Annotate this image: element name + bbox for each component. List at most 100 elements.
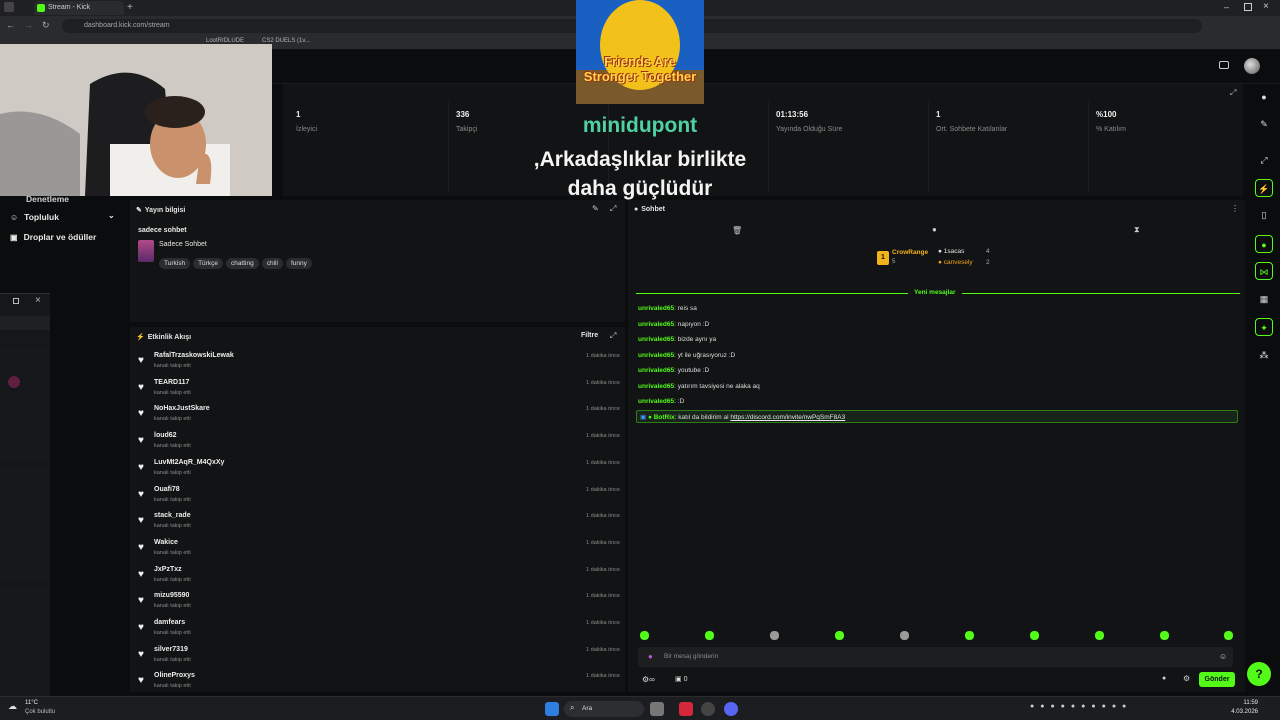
chatter-entry[interactable]: ● canvesely: [938, 259, 973, 266]
chat-input[interactable]: ● Bir mesaj gönderin ☺: [638, 647, 1233, 667]
user-avatar[interactable]: [1244, 58, 1260, 74]
emote-icon[interactable]: [900, 631, 909, 640]
sidebar-item-drops[interactable]: ▣ Droplar ve ödüller: [10, 232, 96, 242]
more-options-icon[interactable]: ⋮: [1231, 204, 1239, 213]
tag[interactable]: funny: [285, 258, 312, 269]
weather-temp[interactable]: 11°C: [25, 700, 38, 706]
monitor-icon[interactable]: [1219, 61, 1229, 69]
mic-icon[interactable]: ●: [648, 652, 653, 661]
event-username[interactable]: NoHaxJustSkare: [154, 405, 210, 412]
back-icon[interactable]: ←: [6, 20, 15, 30]
gear-icon[interactable]: ⚙: [1183, 674, 1190, 683]
event-username[interactable]: mizu95590: [154, 592, 189, 599]
event-username[interactable]: TEARD117: [154, 379, 189, 386]
app-icon[interactable]: [701, 702, 715, 716]
chat-username[interactable]: unrivaled65: [638, 367, 674, 374]
emote-icon[interactable]: [705, 631, 714, 640]
event-username[interactable]: stack_rade: [154, 512, 191, 519]
window-close-icon[interactable]: ×: [35, 295, 41, 306]
help-chat-button[interactable]: ?: [1247, 662, 1271, 686]
event-username[interactable]: damfears: [154, 619, 185, 626]
forward-icon[interactable]: →: [24, 20, 33, 30]
taskbar-search[interactable]: ⌕ Ara: [564, 701, 644, 717]
window-maximize-icon[interactable]: [13, 298, 19, 304]
settings-link-icon[interactable]: ⚙∞: [642, 675, 655, 684]
chat-icon[interactable]: ●: [1255, 235, 1273, 253]
vivaldi-icon[interactable]: [679, 702, 693, 716]
calendar-icon[interactable]: ▦: [1255, 290, 1273, 308]
emote-icon[interactable]: [835, 631, 844, 640]
event-username[interactable]: silver7319: [154, 646, 188, 653]
chat-username[interactable]: unrivaled65: [638, 321, 674, 328]
bolt-icon[interactable]: ⚡: [1255, 179, 1273, 197]
sidebar-item-moderation[interactable]: Denetleme: [26, 194, 69, 204]
emote-icon[interactable]: [770, 631, 779, 640]
event-username[interactable]: OlineProxys: [154, 672, 195, 679]
event-username[interactable]: LuvMt2AqR_M4QxXy: [154, 459, 224, 466]
expand-icon[interactable]: ⤢: [1230, 88, 1236, 98]
emoji-icon[interactable]: ☺: [1219, 652, 1227, 661]
chat-bubble-icon[interactable]: ●: [1162, 675, 1166, 682]
url-text: dashboard.kick.com/stream: [84, 22, 170, 29]
chat-mode-icon[interactable]: ●: [932, 225, 937, 234]
close-window-icon[interactable]: ×: [1263, 1, 1269, 12]
info-icon[interactable]: ●: [1255, 88, 1273, 106]
expand-icon[interactable]: ⤢: [1255, 151, 1273, 169]
popout-icon[interactable]: ⤢: [610, 331, 616, 341]
send-button[interactable]: Gönder: [1199, 672, 1235, 687]
points-display[interactable]: ▣ 0: [675, 675, 687, 683]
event-username[interactable]: JxPzTxz: [154, 566, 182, 573]
event-username[interactable]: loud62: [154, 432, 177, 439]
emote-icon[interactable]: [1095, 631, 1104, 640]
clock-time[interactable]: 11:59: [1232, 700, 1258, 706]
top-chatter-name[interactable]: CrowRange: [892, 249, 928, 256]
link-icon[interactable]: ⋈: [1255, 262, 1273, 280]
new-tab-icon[interactable]: +: [127, 2, 133, 14]
windows-start-icon[interactable]: [545, 702, 559, 716]
event-row: ♥ silver7319 kanalı takip etti 1 dakika önc…: [138, 645, 620, 672]
system-tray[interactable]: ●●●●●●●●●●: [1030, 703, 1200, 715]
event-action: kanalı takip etti: [154, 523, 191, 530]
chat-username[interactable]: unrivaled65: [638, 398, 674, 405]
file-icon[interactable]: ▯: [1255, 206, 1273, 224]
tag[interactable]: chatting: [225, 258, 259, 269]
browser-menu-icon[interactable]: [4, 2, 14, 12]
emote-icon[interactable]: [965, 631, 974, 640]
chat-username[interactable]: unrivaled65: [638, 352, 674, 359]
category-name[interactable]: Sadece Sohbet: [159, 241, 207, 248]
discord-icon[interactable]: [724, 702, 738, 716]
emote-icon[interactable]: [1160, 631, 1169, 640]
event-username[interactable]: Ouafi78: [154, 486, 180, 493]
sidebar-item-label: Topluluk: [24, 212, 59, 222]
trash-icon[interactable]: 🗑: [732, 226, 742, 235]
browser-tab-active[interactable]: Stream - Kick Dashboard: [34, 1, 124, 25]
discord-link[interactable]: https://discord.com/invite/nwPqSmF8A3: [730, 414, 845, 421]
chatter-entry[interactable]: ● 1sacas: [938, 248, 964, 255]
maximize-icon[interactable]: [1244, 3, 1252, 11]
bot-username[interactable]: BotRix: [654, 414, 675, 421]
tag[interactable]: chill: [261, 258, 283, 269]
chat-username[interactable]: unrivaled65: [638, 336, 674, 343]
minimize-icon[interactable]: –: [1224, 2, 1229, 12]
nodes-icon[interactable]: ⁂: [1255, 346, 1273, 364]
tag[interactable]: Turkish: [159, 258, 191, 269]
chat-username[interactable]: unrivaled65: [638, 383, 674, 390]
edit-icon[interactable]: ✎: [592, 204, 599, 213]
popout-icon[interactable]: ⤢: [610, 204, 616, 214]
filter-button[interactable]: Filtre: [581, 332, 598, 339]
emote-icon[interactable]: [1030, 631, 1039, 640]
tag[interactable]: Türkçe: [193, 258, 223, 269]
heart-icon: ♥: [138, 381, 144, 393]
sidebar-item-community[interactable]: ☺ Topluluk ⌄: [10, 211, 115, 222]
event-username[interactable]: RafalTrzaskowskiLewak: [154, 352, 234, 359]
event-username[interactable]: Wakice: [154, 539, 178, 546]
emote-icon[interactable]: [1224, 631, 1233, 640]
event-row: ♥ OlineProxys kanalı takip etti 1 dakika ön…: [138, 671, 620, 691]
wrench-icon[interactable]: ✦: [1255, 318, 1273, 336]
chat-username[interactable]: unrivaled65: [638, 305, 674, 312]
app-icon[interactable]: [650, 702, 664, 716]
reload-icon[interactable]: ↻: [42, 20, 50, 31]
emote-icon[interactable]: [640, 631, 649, 640]
pencil-icon[interactable]: ✎: [1255, 115, 1273, 133]
hourglass-icon[interactable]: ⧗: [1134, 225, 1140, 235]
